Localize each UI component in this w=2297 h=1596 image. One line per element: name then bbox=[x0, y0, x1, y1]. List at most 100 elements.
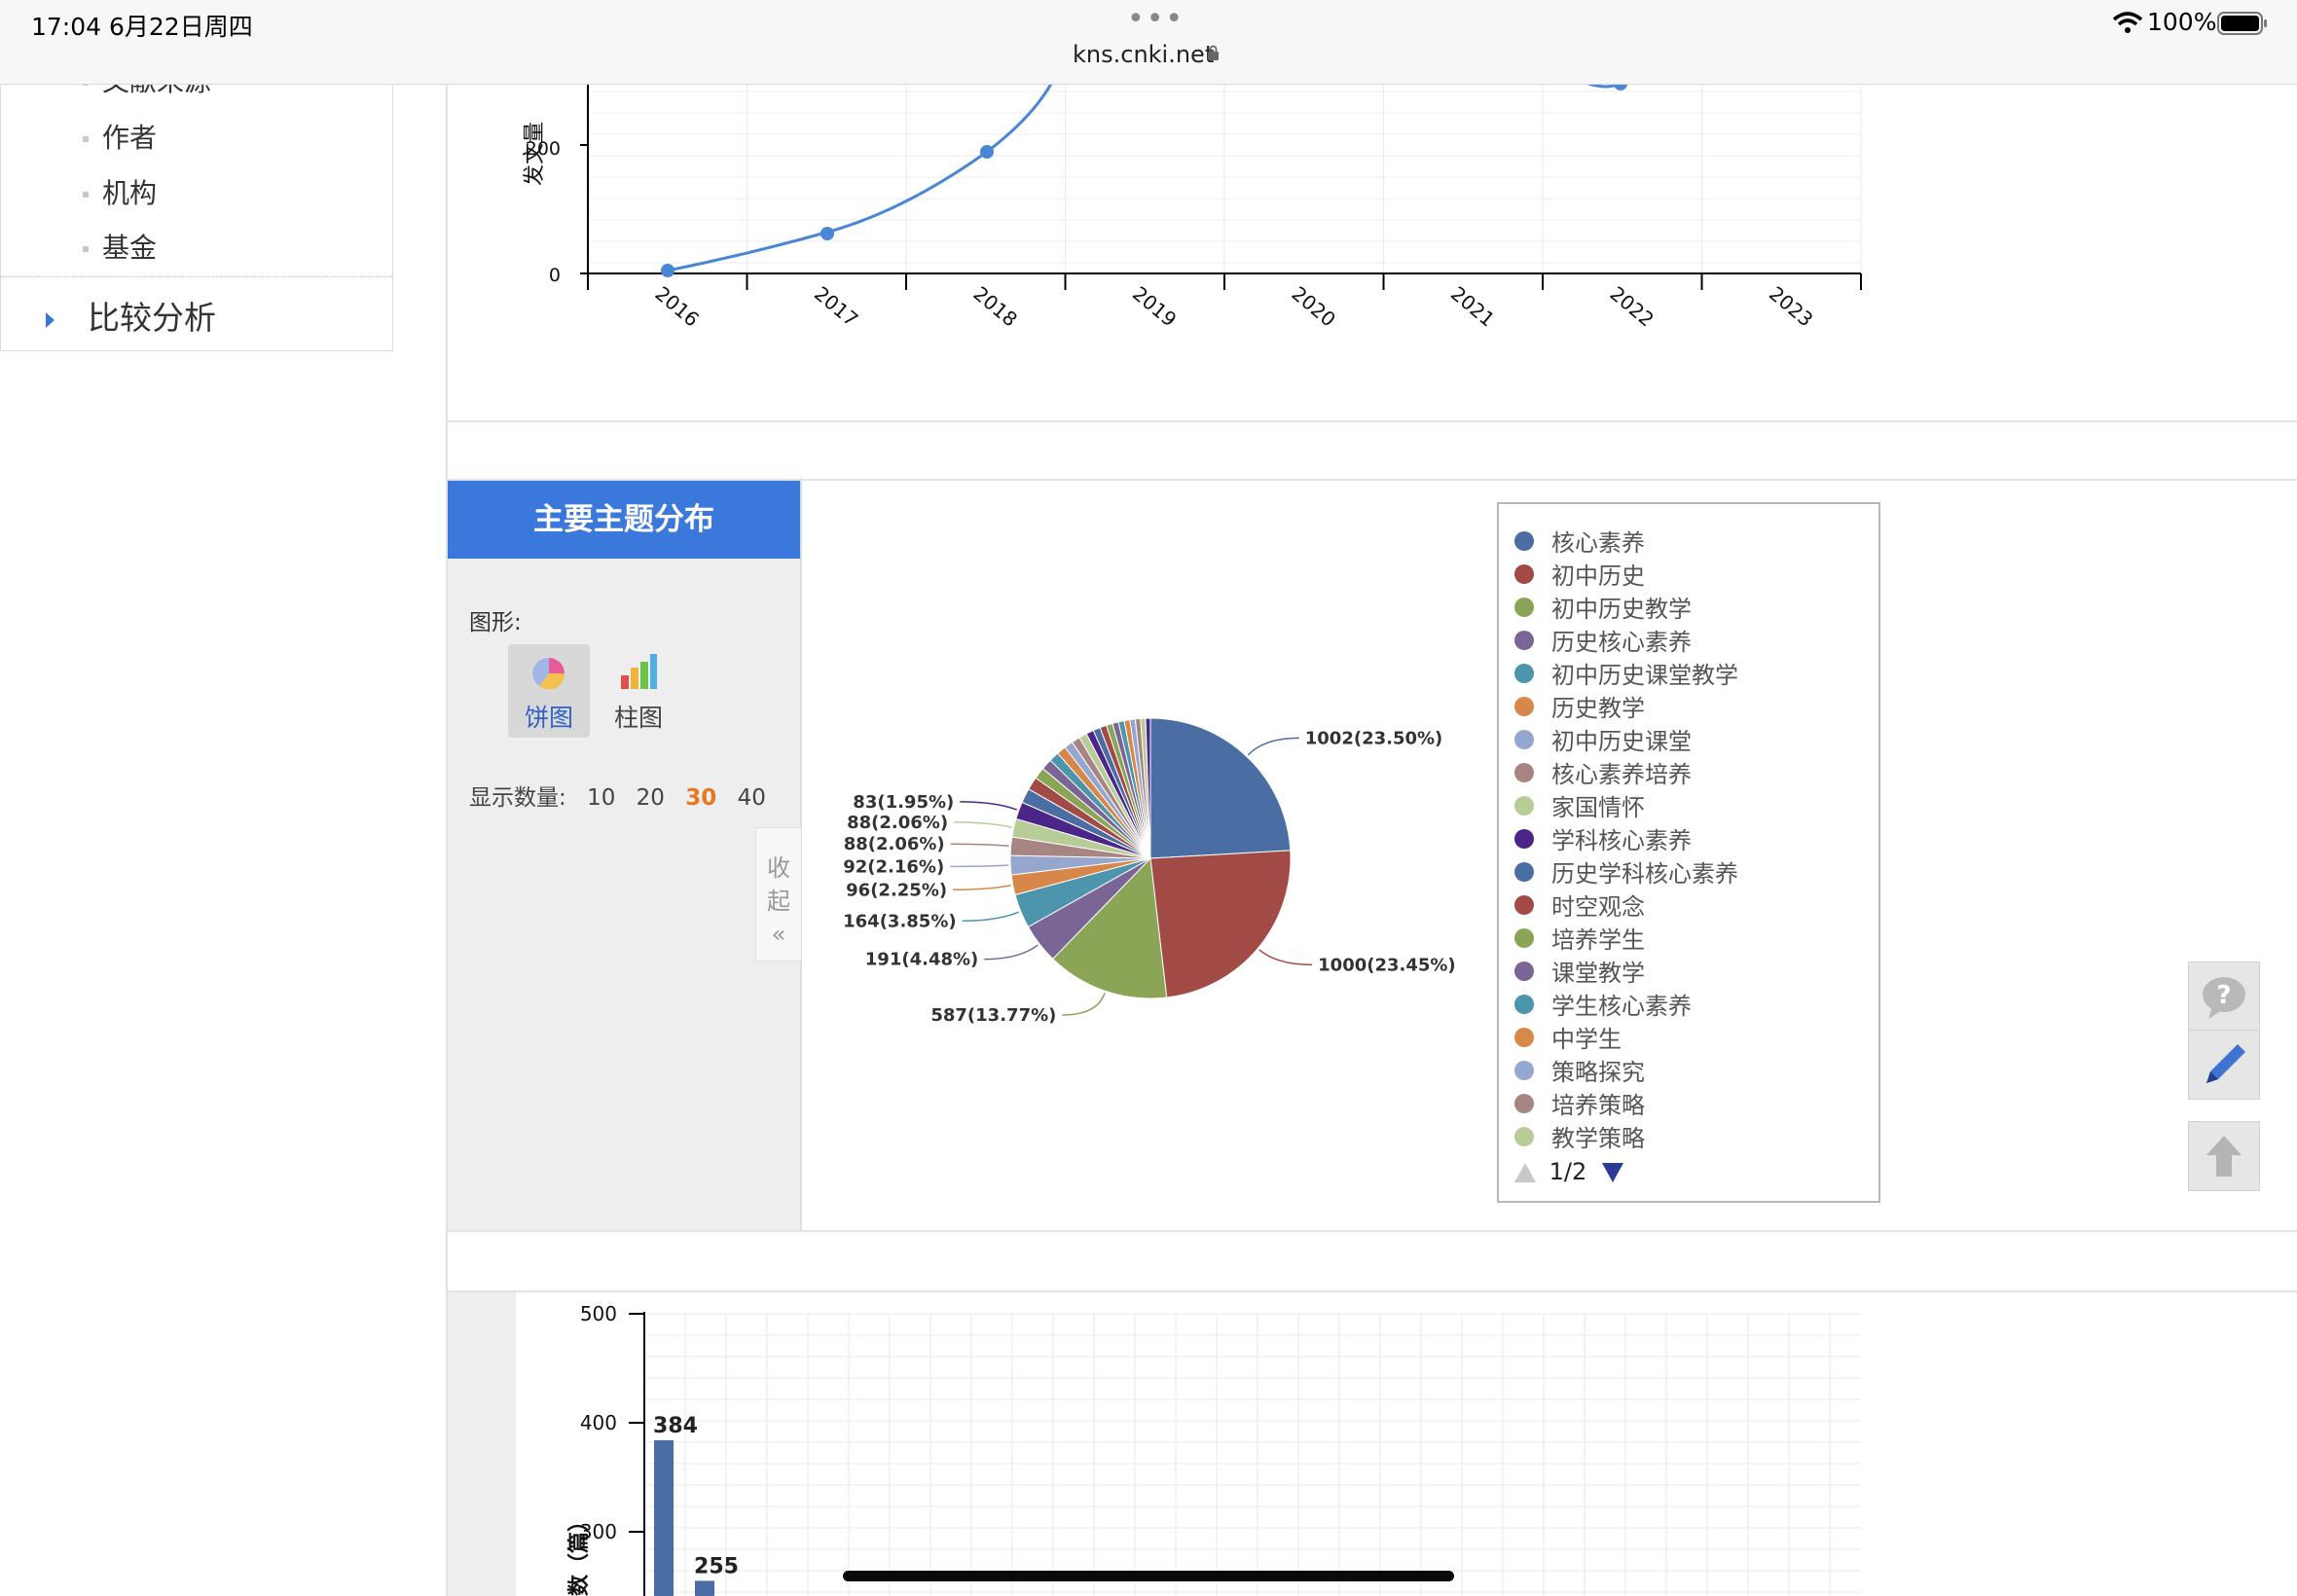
trend-x-tick: 2016 bbox=[651, 281, 704, 331]
legend-item[interactable]: 历史学科核心素养 bbox=[1514, 854, 1738, 888]
pie-slice[interactable] bbox=[1149, 717, 1292, 859]
trend-x-tick: 2021 bbox=[1446, 281, 1499, 331]
section-divider bbox=[448, 1230, 2297, 1232]
collapse-label: 收 bbox=[767, 854, 790, 882]
home-indicator bbox=[843, 1571, 1454, 1581]
legend-item[interactable]: 培养策略 bbox=[1514, 1086, 1645, 1119]
pie-chart-option[interactable]: 饼图 bbox=[508, 644, 590, 738]
legend-label: 教学策略 bbox=[1551, 1125, 1645, 1152]
legend-color-dot bbox=[1514, 563, 1534, 584]
legend-item[interactable]: 初中历史课堂教学 bbox=[1514, 656, 1738, 689]
count-option-40[interactable]: 40 bbox=[738, 785, 766, 811]
sidebar-item-institution[interactable]: 机构 bbox=[83, 172, 157, 211]
trend-x-tick: 2019 bbox=[1128, 281, 1181, 331]
legend-item[interactable]: 课堂教学 bbox=[1514, 954, 1645, 987]
legend-item[interactable]: 初中历史课堂 bbox=[1514, 722, 1692, 755]
legend-item[interactable]: 时空观念 bbox=[1514, 888, 1645, 921]
legend-color-dot bbox=[1514, 630, 1534, 650]
legend-label: 学生核心素养 bbox=[1551, 993, 1692, 1020]
sidebar-divider bbox=[1, 276, 392, 277]
legend-color-dot bbox=[1514, 729, 1534, 749]
legend-color-dot bbox=[1514, 696, 1534, 716]
bar-y-tick: 400 bbox=[580, 1411, 617, 1434]
legend-label: 时空观念 bbox=[1551, 893, 1645, 921]
pie-data-label: 88(2.06%) bbox=[847, 813, 948, 833]
count-option-30[interactable]: 30 bbox=[685, 785, 716, 811]
bar-mark[interactable] bbox=[695, 1580, 714, 1596]
sidebar-item-fund[interactable]: 基金 bbox=[83, 227, 157, 266]
pie-data-label: 1000(23.45%) bbox=[1318, 955, 1456, 975]
legend-color-dot bbox=[1514, 1126, 1534, 1146]
collapse-panel-button[interactable]: 收 起 « bbox=[755, 827, 801, 961]
bar-value-label: 384 bbox=[653, 1414, 698, 1438]
pager-up-icon[interactable] bbox=[1514, 1163, 1536, 1182]
pie-data-label: 191(4.48%) bbox=[865, 950, 978, 970]
legend-color-dot bbox=[1514, 663, 1534, 683]
help-button[interactable]: ? bbox=[2188, 961, 2260, 1032]
display-count-label: 显示数量: bbox=[469, 785, 566, 811]
section-divider bbox=[448, 420, 2297, 422]
legend-item[interactable]: 学科核心素养 bbox=[1514, 821, 1692, 854]
sidebar-item-author[interactable]: 作者 bbox=[83, 117, 157, 156]
pie-label-leader bbox=[984, 944, 1039, 961]
trend-x-ticks: 2016 2017 2018 2019 2020 2021 2022 2023 bbox=[587, 273, 1862, 332]
legend-label: 核心素养 bbox=[1551, 529, 1645, 557]
bar-chart-option[interactable]: 柱图 bbox=[598, 644, 679, 738]
legend-color-dot bbox=[1514, 795, 1534, 816]
count-option-20[interactable]: 20 bbox=[637, 785, 665, 811]
edit-button[interactable] bbox=[2188, 1030, 2260, 1100]
trend-point bbox=[1614, 84, 1627, 91]
legend-label: 策略探究 bbox=[1551, 1059, 1645, 1086]
legend-color-dot bbox=[1514, 861, 1534, 882]
legend-item[interactable]: 历史核心素养 bbox=[1514, 623, 1692, 656]
arrow-up-icon bbox=[2206, 1136, 2242, 1177]
legend-color-dot bbox=[1514, 530, 1534, 551]
legend-item[interactable]: 核心素养培养 bbox=[1514, 755, 1692, 788]
lock-icon bbox=[1208, 45, 1219, 60]
left-sidebar: 文献来源 作者 机构 基金 比较分析 bbox=[0, 49, 393, 351]
browser-status-bar: 17:04 6月22日周四 ••• kns.cnki.net 100% bbox=[0, 0, 2297, 85]
legend-pager: 1/2 bbox=[1514, 1158, 1623, 1185]
legend-label: 初中历史课堂教学 bbox=[1551, 662, 1738, 689]
topic-section-title: 主要主题分布 bbox=[448, 481, 800, 559]
legend-item[interactable]: 核心素养 bbox=[1514, 524, 1645, 557]
legend-color-dot bbox=[1514, 1027, 1534, 1047]
topic-control-panel: 主要主题分布 图形: 饼图 柱图 显示数量: 10 20 30 40 bbox=[448, 481, 802, 1230]
legend-label: 家国情怀 bbox=[1551, 794, 1645, 821]
svg-text:?: ? bbox=[2216, 981, 2231, 1010]
more-dots-icon[interactable]: ••• bbox=[1127, 2, 1185, 36]
legend-color-dot bbox=[1514, 894, 1534, 915]
pie-label-leader bbox=[954, 821, 1012, 828]
legend-item[interactable]: 家国情怀 bbox=[1514, 788, 1645, 821]
pencil-icon bbox=[2206, 1044, 2245, 1083]
trend-point bbox=[661, 264, 675, 277]
legend-item[interactable]: 初中历史 bbox=[1514, 557, 1645, 590]
pie-label-leader bbox=[1258, 949, 1313, 966]
legend-item[interactable]: 学生核心素养 bbox=[1514, 987, 1692, 1020]
legend-color-dot bbox=[1514, 994, 1534, 1014]
bar-mark[interactable] bbox=[654, 1439, 674, 1596]
legend-label: 学科核心素养 bbox=[1551, 827, 1692, 854]
pie-data-label: 96(2.25%) bbox=[846, 880, 947, 900]
legend-item[interactable]: 初中历史教学 bbox=[1514, 590, 1692, 623]
pager-text: 1/2 bbox=[1549, 1158, 1587, 1185]
legend-item[interactable]: 策略探究 bbox=[1514, 1053, 1645, 1086]
legend-label: 历史学科核心素养 bbox=[1551, 860, 1738, 888]
pie-slice[interactable] bbox=[1149, 850, 1292, 998]
count-option-10[interactable]: 10 bbox=[587, 785, 615, 811]
back-to-top-button[interactable] bbox=[2188, 1121, 2260, 1191]
legend-item[interactable]: 教学策略 bbox=[1514, 1119, 1645, 1152]
sidebar-item-compare[interactable]: 比较分析 bbox=[46, 292, 216, 339]
legend-label: 初中历史课堂 bbox=[1551, 728, 1692, 755]
pager-down-icon[interactable] bbox=[1601, 1163, 1623, 1182]
legend-item[interactable]: 培养学生 bbox=[1514, 921, 1645, 954]
pie-label-leader bbox=[953, 885, 1011, 891]
url-address[interactable]: kns.cnki.net bbox=[1073, 41, 1214, 68]
pie-label-leader bbox=[962, 911, 1020, 923]
pie-label-leader bbox=[950, 864, 1009, 868]
legend-item[interactable]: 中学生 bbox=[1514, 1020, 1622, 1053]
legend-item[interactable]: 历史教学 bbox=[1514, 689, 1645, 722]
status-time: 17:04 6月22日周四 bbox=[31, 13, 253, 41]
legend-color-dot bbox=[1514, 1093, 1534, 1113]
chart-type-label: 图形: bbox=[469, 610, 522, 635]
